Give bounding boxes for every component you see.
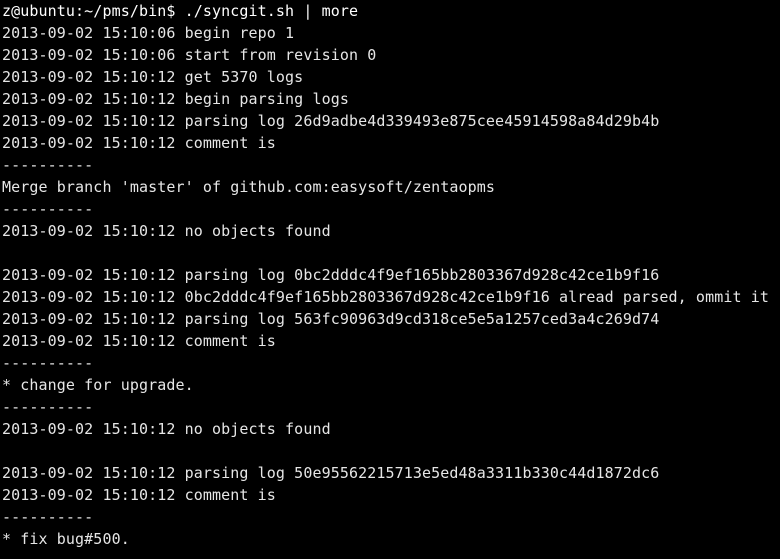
terminal-output-line: 2013-09-02 15:10:12 0bc2dddc4f9ef165bb28…: [2, 288, 769, 306]
terminal-output-line: 2013-09-02 15:10:12 comment is: [2, 332, 276, 350]
terminal-output-line: 2013-09-02 15:10:12 parsing log 563fc909…: [2, 310, 660, 328]
terminal-output-line: 2013-09-02 15:10:06 begin repo 1: [2, 24, 295, 42]
terminal-output-line: 2013-09-02 15:10:12 comment is: [2, 486, 276, 504]
terminal-output-line: 2013-09-02 15:10:12 parsing log 26d9adbe…: [2, 112, 660, 130]
terminal-separator-line: ----------: [2, 508, 94, 526]
terminal-output-line: 2013-09-02 15:10:12 no objects found: [2, 420, 331, 438]
terminal-output[interactable]: z@ubuntu:~/pms/bin$ ./syncgit.sh | more 2…: [0, 0, 780, 550]
terminal-prompt-line: z@ubuntu:~/pms/bin$ ./syncgit.sh | more: [2, 2, 359, 20]
terminal-separator-line: ----------: [2, 200, 94, 218]
terminal-output-line: 2013-09-02 15:10:06 start from revision …: [2, 46, 377, 64]
terminal-output-line: 2013-09-02 15:10:12 parsing log 0bc2dddc…: [2, 266, 660, 284]
terminal-separator-line: ----------: [2, 398, 94, 416]
terminal-separator-line: ----------: [2, 156, 94, 174]
terminal-output-line: * change for upgrade.: [2, 376, 194, 394]
terminal-output-line: 2013-09-02 15:10:12 get 5370 logs: [2, 68, 304, 86]
terminal-output-line: 2013-09-02 15:10:12 parsing log 50e95562…: [2, 464, 660, 482]
terminal-output-line: 2013-09-02 15:10:12 no objects found: [2, 222, 331, 240]
terminal-separator-line: ----------: [2, 354, 94, 372]
terminal-output-line: * fix bug#500.: [2, 530, 130, 548]
terminal-window[interactable]: z@ubuntu:~/pms/bin$ ./syncgit.sh | more 2…: [0, 0, 780, 559]
terminal-output-line: 2013-09-02 15:10:12 begin parsing logs: [2, 90, 349, 108]
terminal-output-line: 2013-09-02 15:10:12 comment is: [2, 134, 276, 152]
terminal-output-line: Merge branch 'master' of github.com:easy…: [2, 178, 496, 196]
